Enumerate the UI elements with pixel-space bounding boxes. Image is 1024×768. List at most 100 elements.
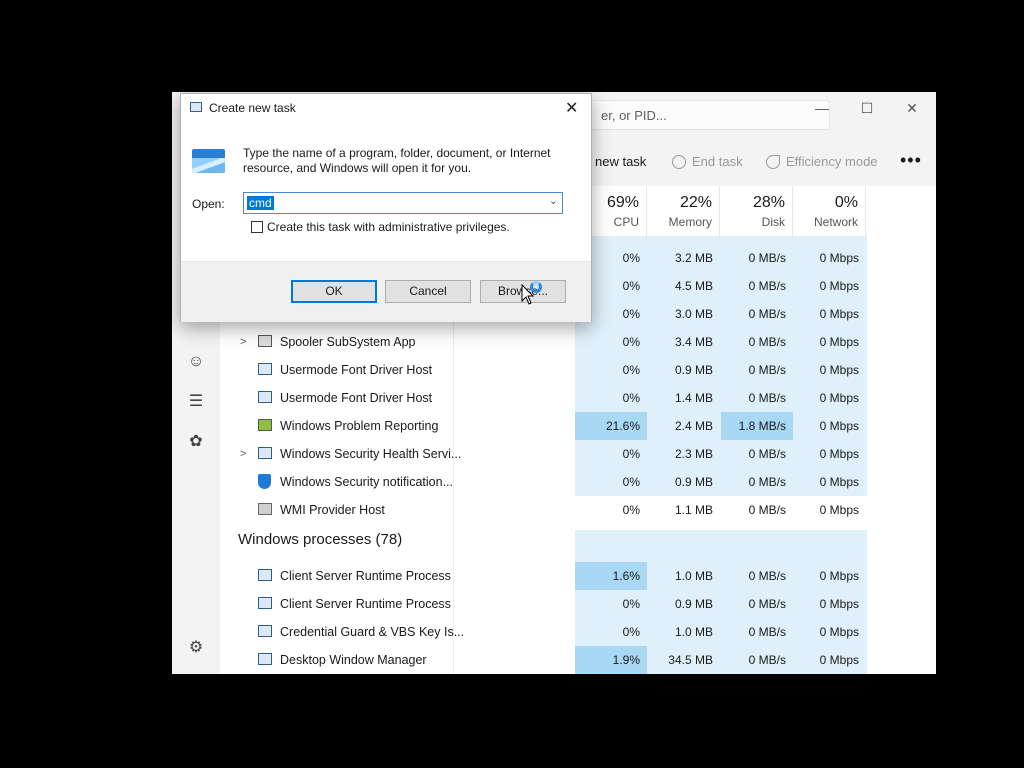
table-row[interactable]: Windows Problem Reporting 21.6% 2.4 MB 1…: [220, 412, 936, 440]
open-combobox[interactable]: cmd ⌄: [243, 192, 563, 214]
admin-privileges-checkbox[interactable]: [251, 221, 263, 233]
memory-cell: 2.4 MB: [674, 419, 713, 433]
disk-cell: 0 MB/s: [748, 625, 786, 639]
table-row[interactable]: WMI Provider Host 0% 1.1 MB 0 MB/s 0 Mbp…: [220, 496, 936, 524]
memory-cell: 2.3 MB: [674, 447, 713, 461]
app-window-icon: [258, 569, 272, 581]
memory-cell: 34.5 MB: [668, 653, 713, 667]
close-button[interactable]: ✕: [896, 98, 928, 118]
memory-cell: 1.0 MB: [674, 569, 713, 583]
group-header-windows-processes[interactable]: Windows processes (78): [220, 524, 936, 556]
memory-cell: 1.4 MB: [674, 391, 713, 405]
memory-total: 22%: [679, 194, 712, 211]
wmi-icon: [258, 503, 272, 515]
open-input-value[interactable]: cmd: [247, 196, 274, 210]
disk-cell: 0 MB/s: [748, 391, 786, 405]
disk-cell: 0 MB/s: [748, 503, 786, 517]
process-name: Windows Problem Reporting: [280, 419, 439, 433]
disk-cell: 0 MB/s: [748, 363, 786, 377]
column-header-disk[interactable]: 28% Disk: [721, 186, 793, 236]
process-name: Windows Security Health Servi...: [280, 447, 462, 461]
network-cell: 0 Mbps: [819, 391, 859, 405]
table-row[interactable]: Usermode Font Driver Host 0% 0.9 MB 0 MB…: [220, 356, 936, 384]
run-new-task-button[interactable]: new task: [595, 154, 646, 169]
table-row[interactable]: > Windows Security Health Servi... 0% 2.…: [220, 440, 936, 468]
search-input[interactable]: er, or PID...: [590, 100, 830, 130]
disk-cell: 0 MB/s: [748, 447, 786, 461]
efficiency-mode-label: Efficiency mode: [786, 154, 878, 169]
disk-cell: 0 MB/s: [748, 307, 786, 321]
minimize-button[interactable]: —: [806, 98, 838, 118]
process-name: Usermode Font Driver Host: [280, 363, 433, 377]
cpu-cell: 0%: [622, 625, 640, 639]
efficiency-mode-button[interactable]: Efficiency mode: [766, 154, 878, 169]
disk-cell: 0 MB/s: [748, 335, 786, 349]
disk-cell: 0 MB/s: [748, 251, 786, 265]
network-cell: 0 Mbps: [819, 279, 859, 293]
table-row[interactable]: Usermode Font Driver Host 0% 1.4 MB 0 MB…: [220, 384, 936, 412]
process-name: Usermode Font Driver Host: [280, 391, 433, 405]
chevron-down-icon[interactable]: ⌄: [549, 194, 558, 207]
cpu-cell: 0%: [622, 363, 640, 377]
app-window-icon: [258, 363, 272, 375]
cpu-cell: 21.6%: [575, 412, 647, 440]
network-total: 0%: [834, 194, 858, 211]
dialog-close-icon[interactable]: ✕: [565, 98, 578, 118]
table-row[interactable]: Credential Guard & VBS Key Is... 0% 1.0 …: [220, 618, 936, 646]
cpu-cell: 0%: [622, 447, 640, 461]
app-window-icon: [258, 447, 272, 459]
details-icon[interactable]: ☰: [186, 392, 206, 412]
disk-total: 28%: [752, 194, 785, 211]
process-name: Client Server Runtime Process: [280, 597, 451, 611]
column-header-network[interactable]: 0% Network: [794, 186, 866, 236]
memory-cell: 0.9 MB: [674, 597, 713, 611]
dialog-title: Create new task: [209, 101, 296, 115]
run-icon: [192, 149, 225, 173]
disk-cell: 0 MB/s: [748, 279, 786, 293]
cpu-cell: 0%: [622, 335, 640, 349]
cpu-cell: 1.6%: [575, 562, 647, 590]
column-header-memory[interactable]: 22% Memory: [648, 186, 720, 236]
maximize-button[interactable]: ☐: [851, 98, 883, 118]
shield-icon: [258, 474, 271, 489]
expand-chevron-icon[interactable]: >: [240, 440, 246, 468]
network-cell: 0 Mbps: [819, 475, 859, 489]
cancel-button[interactable]: Cancel: [385, 280, 471, 303]
group-title: Windows processes (78): [238, 531, 403, 548]
memory-cell: 1.0 MB: [674, 625, 713, 639]
expand-chevron-icon[interactable]: >: [240, 328, 246, 356]
app-window-icon: [258, 597, 272, 609]
process-name: WMI Provider Host: [280, 503, 385, 517]
table-row[interactable]: Client Server Runtime Process 1.6% 1.0 M…: [220, 562, 936, 590]
more-options-icon[interactable]: •••: [900, 150, 922, 171]
app-window-icon: [258, 625, 272, 637]
printer-icon: [258, 335, 272, 347]
process-name: Desktop Window Manager: [280, 653, 427, 667]
table-row[interactable]: Desktop Window Manager 1.9% 34.5 MB 0 MB…: [220, 646, 936, 674]
network-label: Network: [813, 215, 858, 229]
end-task-icon: [672, 155, 686, 169]
memory-cell: 3.4 MB: [674, 335, 713, 349]
disk-label: Disk: [761, 215, 785, 229]
end-task-button[interactable]: End task: [672, 154, 743, 169]
admin-privileges-label[interactable]: Create this task with administrative pri…: [267, 220, 510, 234]
cpu-cell: 0%: [622, 475, 640, 489]
services-icon[interactable]: ✿: [186, 432, 206, 452]
settings-icon[interactable]: ⚙: [186, 638, 206, 658]
end-task-label: End task: [692, 154, 743, 169]
table-row[interactable]: Windows Security notification... 0% 0.9 …: [220, 468, 936, 496]
dialog-app-icon: [190, 102, 202, 112]
disk-cell: 0 MB/s: [748, 597, 786, 611]
process-name: Credential Guard & VBS Key Is...: [280, 625, 465, 639]
memory-cell: 3.0 MB: [674, 307, 713, 321]
app-window-icon: [258, 653, 272, 665]
table-row[interactable]: > Spooler SubSystem App 0% 3.4 MB 0 MB/s…: [220, 328, 936, 356]
table-row[interactable]: Client Server Runtime Process 0% 0.9 MB …: [220, 590, 936, 618]
ok-button[interactable]: OK: [291, 280, 377, 303]
disk-cell: 1.8 MB/s: [721, 412, 793, 440]
memory-cell: 0.9 MB: [674, 363, 713, 377]
leaf-icon: [766, 155, 780, 169]
users-icon[interactable]: ☺: [186, 352, 206, 372]
memory-cell: 4.5 MB: [674, 279, 713, 293]
disk-cell: 0 MB/s: [748, 653, 786, 667]
